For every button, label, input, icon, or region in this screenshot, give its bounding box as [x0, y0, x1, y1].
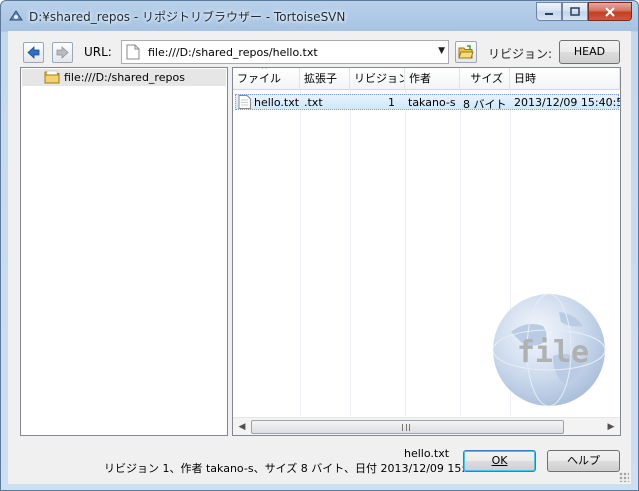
caption-buttons	[536, 2, 632, 22]
scroll-right-icon[interactable]: ▶	[604, 420, 618, 434]
url-combobox[interactable]: file:///D:/shared_repos/hello.txt ▼	[121, 40, 449, 64]
scroll-left-icon[interactable]: ◀	[235, 420, 249, 434]
column-divider	[460, 90, 461, 416]
grip-icon	[402, 424, 410, 431]
column-divider	[405, 90, 406, 416]
repository-tree[interactable]: file:///D:/shared_repos	[20, 67, 228, 436]
help-button[interactable]: ヘルプ	[547, 450, 620, 472]
head-revision-button[interactable]: HEAD	[559, 40, 620, 64]
status-file-name: hello.txt	[404, 447, 450, 460]
column-header-author[interactable]: 作者	[405, 68, 460, 90]
cell-extension: .txt	[304, 96, 323, 109]
close-icon	[605, 6, 615, 17]
file-list[interactable]: ^ ファイル 拡張子 リビジョン 作者 サイズ 日時 file hello.tx…	[232, 67, 621, 436]
arrow-left-icon	[27, 46, 40, 59]
repository-browser-window: D:¥shared_repos - リポジトリブラウザー - TortoiseS…	[0, 0, 639, 491]
minimize-icon	[545, 12, 553, 15]
maximize-icon	[570, 7, 580, 16]
column-header-extension[interactable]: 拡張子	[300, 68, 350, 90]
cell-size: 8 バイト	[463, 98, 507, 111]
scrollbar-thumb[interactable]	[251, 420, 564, 434]
list-item[interactable]: hello.txt .txt 1 takano-s 8 バイト 2013/12/…	[235, 94, 621, 111]
window-title: D:¥shared_repos - リポジトリブラウザー - TortoiseS…	[29, 10, 346, 24]
chevron-down-icon[interactable]: ▼	[438, 46, 445, 56]
minimize-button[interactable]	[536, 2, 562, 21]
column-divider	[350, 90, 351, 416]
close-button[interactable]	[588, 2, 632, 21]
column-header-file[interactable]: ^ ファイル	[233, 68, 300, 90]
column-divider	[300, 90, 301, 416]
watermark-text: file	[517, 335, 589, 370]
cell-name: hello.txt	[254, 96, 300, 109]
cell-date: 2013/12/09 15:40:55	[514, 96, 621, 109]
cell-author: takano-s	[408, 96, 456, 109]
tree-item-label: file:///D:/shared_repos	[64, 71, 185, 84]
file-icon	[126, 44, 140, 60]
open-folder-button[interactable]	[455, 41, 477, 63]
tortoisesvn-app-icon	[9, 10, 23, 21]
url-value[interactable]: file:///D:/shared_repos/hello.txt	[148, 46, 318, 59]
column-header-size[interactable]: サイズ	[460, 68, 510, 90]
arrow-right-icon	[56, 46, 69, 59]
folder-open-icon	[458, 45, 474, 59]
url-label: URL:	[84, 45, 112, 59]
column-header-revision[interactable]: リビジョン	[350, 68, 405, 90]
maximize-button[interactable]	[562, 2, 588, 21]
column-header-date[interactable]: 日時	[510, 68, 620, 90]
resize-grip[interactable]	[619, 472, 629, 482]
file-watermark-globe: file	[492, 293, 606, 407]
horizontal-scrollbar[interactable]: ◀ ▶	[233, 417, 620, 435]
status-detail: リビジョン 1、作者 takano-s、サイズ 8 バイト、日付 2013/12…	[104, 462, 497, 475]
revision-label: リビジョン:	[488, 47, 553, 61]
title-bar[interactable]: D:¥shared_repos - リポジトリブラウザー - TortoiseS…	[1, 1, 638, 31]
file-icon	[238, 95, 251, 109]
ok-button[interactable]: OK	[463, 450, 536, 472]
forward-button[interactable]	[52, 42, 73, 63]
back-button[interactable]	[23, 42, 44, 63]
dialog-client-area: URL: file:///D:/shared_repos/hello.txt ▼…	[8, 31, 631, 484]
sort-ascending-icon: ^	[261, 68, 268, 74]
ok-button-label: OK	[491, 454, 508, 467]
tree-item-root[interactable]: file:///D:/shared_repos	[22, 69, 226, 86]
folder-icon	[44, 70, 60, 84]
list-header: ^ ファイル 拡張子 リビジョン 作者 サイズ 日時	[233, 68, 620, 90]
cell-revision: 1	[388, 96, 395, 109]
